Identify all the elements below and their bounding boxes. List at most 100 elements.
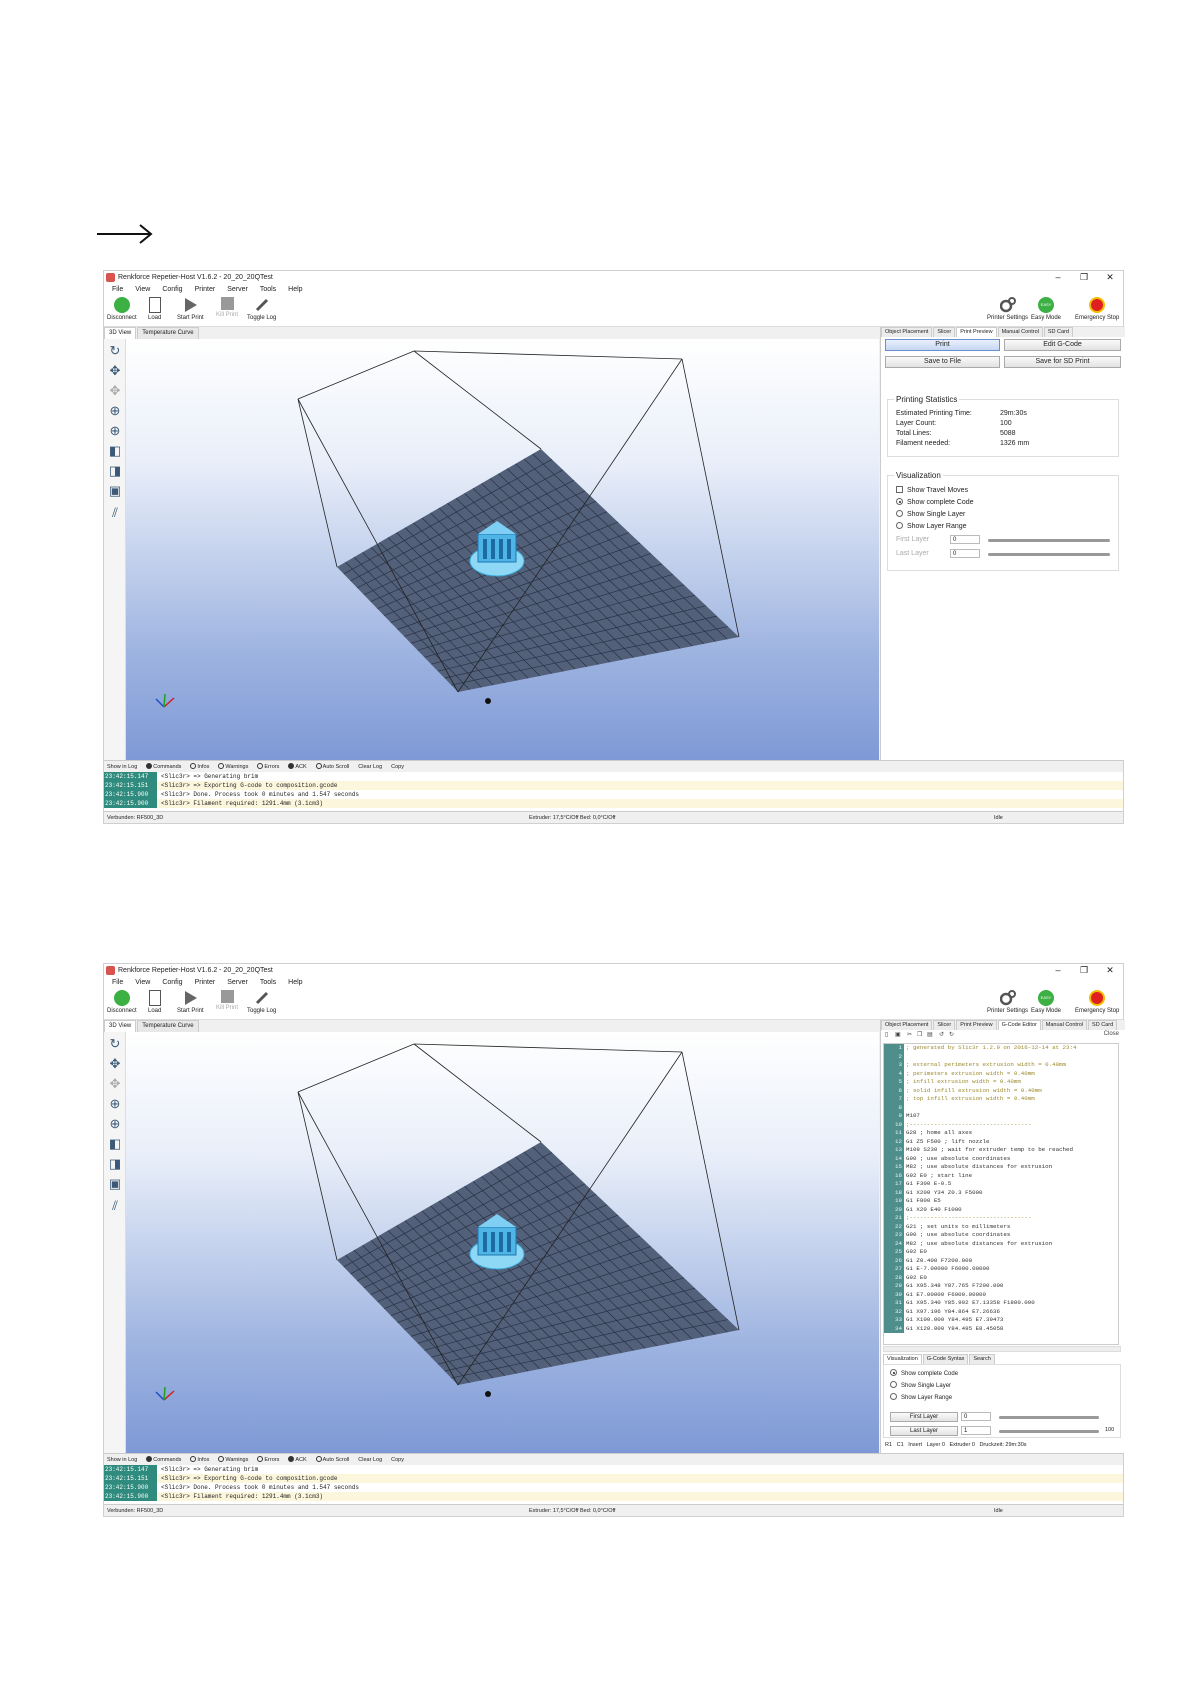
menu-config[interactable]: Config bbox=[162, 979, 182, 986]
redo-icon[interactable]: ↻ bbox=[949, 1031, 954, 1038]
last-layer-slider[interactable] bbox=[999, 1430, 1099, 1433]
code-line[interactable]: 32 G1 X97.196 Y84.864 E7.26636 bbox=[884, 1307, 1118, 1316]
menu-help[interactable]: Help bbox=[288, 979, 302, 986]
tab-3d-view[interactable]: 3D View bbox=[104, 1020, 137, 1032]
first-layer-slider[interactable] bbox=[988, 539, 1110, 542]
code-line[interactable]: 9 M107 bbox=[884, 1112, 1118, 1121]
minimize-button[interactable]: – bbox=[1045, 964, 1071, 976]
copy-icon[interactable]: ❐ bbox=[917, 1031, 922, 1038]
move-icon[interactable]: ✥ bbox=[107, 1056, 123, 1072]
menu-file[interactable]: File bbox=[112, 979, 123, 986]
move-object-icon[interactable]: ✥ bbox=[107, 1076, 123, 1092]
code-line[interactable]: 5; infill extrusion width = 0.40mm bbox=[884, 1078, 1118, 1087]
emergency-stop-button[interactable]: Emergency Stop bbox=[1075, 990, 1119, 1014]
last-layer-spinner[interactable]: 0 bbox=[950, 549, 980, 558]
filter-infos[interactable]: Infos bbox=[190, 1456, 209, 1463]
tab-slicer[interactable]: Slicer bbox=[933, 1020, 956, 1030]
menu-help[interactable]: Help bbox=[288, 286, 302, 293]
menu-printer[interactable]: Printer bbox=[195, 979, 216, 986]
show-travel-checkbox[interactable]: Show Travel Moves bbox=[896, 486, 968, 494]
code-line[interactable]: 7; top infill extrusion width = 0.40mm bbox=[884, 1095, 1118, 1104]
code-line[interactable]: 19 G1 F800 E5 bbox=[884, 1197, 1118, 1206]
edit-gcode-button[interactable]: Edit G-Code bbox=[1004, 339, 1121, 351]
menu-tools[interactable]: Tools bbox=[260, 979, 276, 986]
new-file-icon[interactable]: ▯ bbox=[885, 1031, 888, 1038]
rotate-icon[interactable]: ↻ bbox=[107, 343, 123, 359]
save-icon[interactable]: ▣ bbox=[895, 1031, 901, 1038]
code-line[interactable]: 26 G1 Z0.400 F7200.000 bbox=[884, 1256, 1118, 1265]
iso-view-icon[interactable]: ◧ bbox=[107, 1136, 123, 1152]
code-line[interactable]: 28 G92 E0 bbox=[884, 1273, 1118, 1282]
start-print-button[interactable]: Start Print bbox=[177, 990, 204, 1014]
code-line[interactable]: 18 G1 X200 Y34 Z0.3 F5000 bbox=[884, 1188, 1118, 1197]
menu-view[interactable]: View bbox=[135, 979, 150, 986]
editor-hscrollbar[interactable] bbox=[883, 1346, 1121, 1352]
iso-view-icon[interactable]: ◧ bbox=[107, 443, 123, 459]
3d-viewport[interactable] bbox=[126, 339, 879, 760]
zoom-icon[interactable]: ⊕ bbox=[107, 403, 123, 419]
code-line[interactable]: 4; perimeters extrusion width = 0.40mm bbox=[884, 1069, 1118, 1078]
code-line[interactable]: 16 G92 E0 ; start line bbox=[884, 1171, 1118, 1180]
tab-print-preview[interactable]: Print Preview bbox=[956, 1020, 997, 1030]
code-line[interactable]: 15 M82 ; use absolute distances for extru… bbox=[884, 1163, 1118, 1172]
tab-sd-card[interactable]: SD Card bbox=[1088, 1020, 1118, 1030]
easy-mode-button[interactable]: EASY Easy Mode bbox=[1031, 990, 1061, 1014]
tab-object-placement[interactable]: Object Placement bbox=[881, 327, 933, 337]
tab-manual-control[interactable]: Manual Control bbox=[997, 327, 1043, 337]
filter-warnings[interactable]: Warnings bbox=[218, 1456, 248, 1463]
zoom-icon[interactable]: ⊕ bbox=[107, 1096, 123, 1112]
gcode-editor[interactable]: 1; generated by Slic3r 1.2.9 on 2016-12-… bbox=[883, 1043, 1119, 1345]
filter-warnings[interactable]: Warnings bbox=[218, 763, 248, 770]
toggle-log-button[interactable]: Toggle Log bbox=[247, 297, 276, 321]
code-line[interactable]: 17 G1 F300 E-0.5 bbox=[884, 1180, 1118, 1189]
code-line[interactable]: 1; generated by Slic3r 1.2.9 on 2016-12-… bbox=[884, 1044, 1118, 1053]
print-button[interactable]: Print bbox=[885, 339, 1000, 351]
tab-3d-view[interactable]: 3D View bbox=[104, 327, 137, 339]
copy-button[interactable]: Copy bbox=[391, 1457, 404, 1463]
menu-config[interactable]: Config bbox=[162, 286, 182, 293]
emergency-stop-button[interactable]: Emergency Stop bbox=[1075, 297, 1119, 321]
filter-ack[interactable]: ACK bbox=[288, 763, 307, 770]
paste-icon[interactable]: ▤ bbox=[927, 1031, 933, 1038]
last-layer-button[interactable]: Last Layer bbox=[890, 1426, 958, 1436]
front-view-icon[interactable]: ◨ bbox=[107, 1156, 123, 1172]
menu-printer[interactable]: Printer bbox=[195, 286, 216, 293]
zoom-fit-icon[interactable]: ⊕ bbox=[107, 1116, 123, 1132]
kill-print-button[interactable]: Kill Print bbox=[216, 297, 238, 318]
code-line[interactable]: 34 G1 X120.000 Y84.495 E8.45058 bbox=[884, 1324, 1118, 1333]
printer-settings-button[interactable]: Printer Settings bbox=[987, 990, 1028, 1014]
kill-print-button[interactable]: Kill Print bbox=[216, 990, 238, 1011]
filter-errors[interactable]: Errors bbox=[257, 1456, 279, 1463]
code-line[interactable]: 30 G1 E7.00000 F6000.00000 bbox=[884, 1290, 1118, 1299]
toggle-log-button[interactable]: Toggle Log bbox=[247, 990, 276, 1014]
first-layer-spinner[interactable]: 0 bbox=[961, 1412, 991, 1421]
code-line[interactable]: 3; external perimeters extrusion width =… bbox=[884, 1061, 1118, 1070]
tab-temperature-curve[interactable]: Temperature Curve bbox=[137, 1020, 199, 1032]
menu-view[interactable]: View bbox=[135, 286, 150, 293]
rotate-icon[interactable]: ↻ bbox=[107, 1036, 123, 1052]
tab-slicer[interactable]: Slicer bbox=[933, 327, 956, 337]
disconnect-button[interactable]: Disconnect bbox=[107, 990, 137, 1014]
code-line[interactable]: 14 G90 ; use absolute coordinates bbox=[884, 1154, 1118, 1163]
parallel-projection-icon[interactable]: ⫽ bbox=[107, 505, 123, 521]
load-button[interactable]: Load bbox=[148, 297, 161, 321]
disconnect-button[interactable]: Disconnect bbox=[107, 297, 137, 321]
code-line[interactable]: 24 M82 ; use absolute distances for extru… bbox=[884, 1239, 1118, 1248]
show-single-radio[interactable]: Show Single Layer bbox=[890, 1381, 951, 1389]
show-complete-radio[interactable]: Show complete Code bbox=[890, 1369, 958, 1377]
code-line[interactable]: 2 bbox=[884, 1052, 1118, 1061]
show-complete-radio[interactable]: Show complete Code bbox=[896, 498, 974, 506]
code-line[interactable]: 13 M109 S230 ; wait for extruder temp to … bbox=[884, 1146, 1118, 1155]
3d-viewport[interactable] bbox=[126, 1032, 879, 1453]
zoom-fit-icon[interactable]: ⊕ bbox=[107, 423, 123, 439]
auto-scroll-toggle[interactable]: Auto Scroll bbox=[315, 763, 349, 770]
tab-manual-control[interactable]: Manual Control bbox=[1041, 1020, 1088, 1030]
auto-scroll-toggle[interactable]: Auto Scroll bbox=[315, 1456, 349, 1463]
code-line[interactable]: 10 ;----------------------------------- bbox=[884, 1120, 1118, 1129]
menu-file[interactable]: File bbox=[112, 286, 123, 293]
code-line[interactable]: 21 ;----------------------------------- bbox=[884, 1214, 1118, 1223]
undo-icon[interactable]: ↺ bbox=[939, 1031, 944, 1038]
code-line[interactable]: 29 G1 X95.348 Y87.765 F7200.000 bbox=[884, 1282, 1118, 1291]
minimize-button[interactable]: – bbox=[1045, 271, 1071, 283]
last-layer-slider[interactable] bbox=[988, 553, 1110, 556]
